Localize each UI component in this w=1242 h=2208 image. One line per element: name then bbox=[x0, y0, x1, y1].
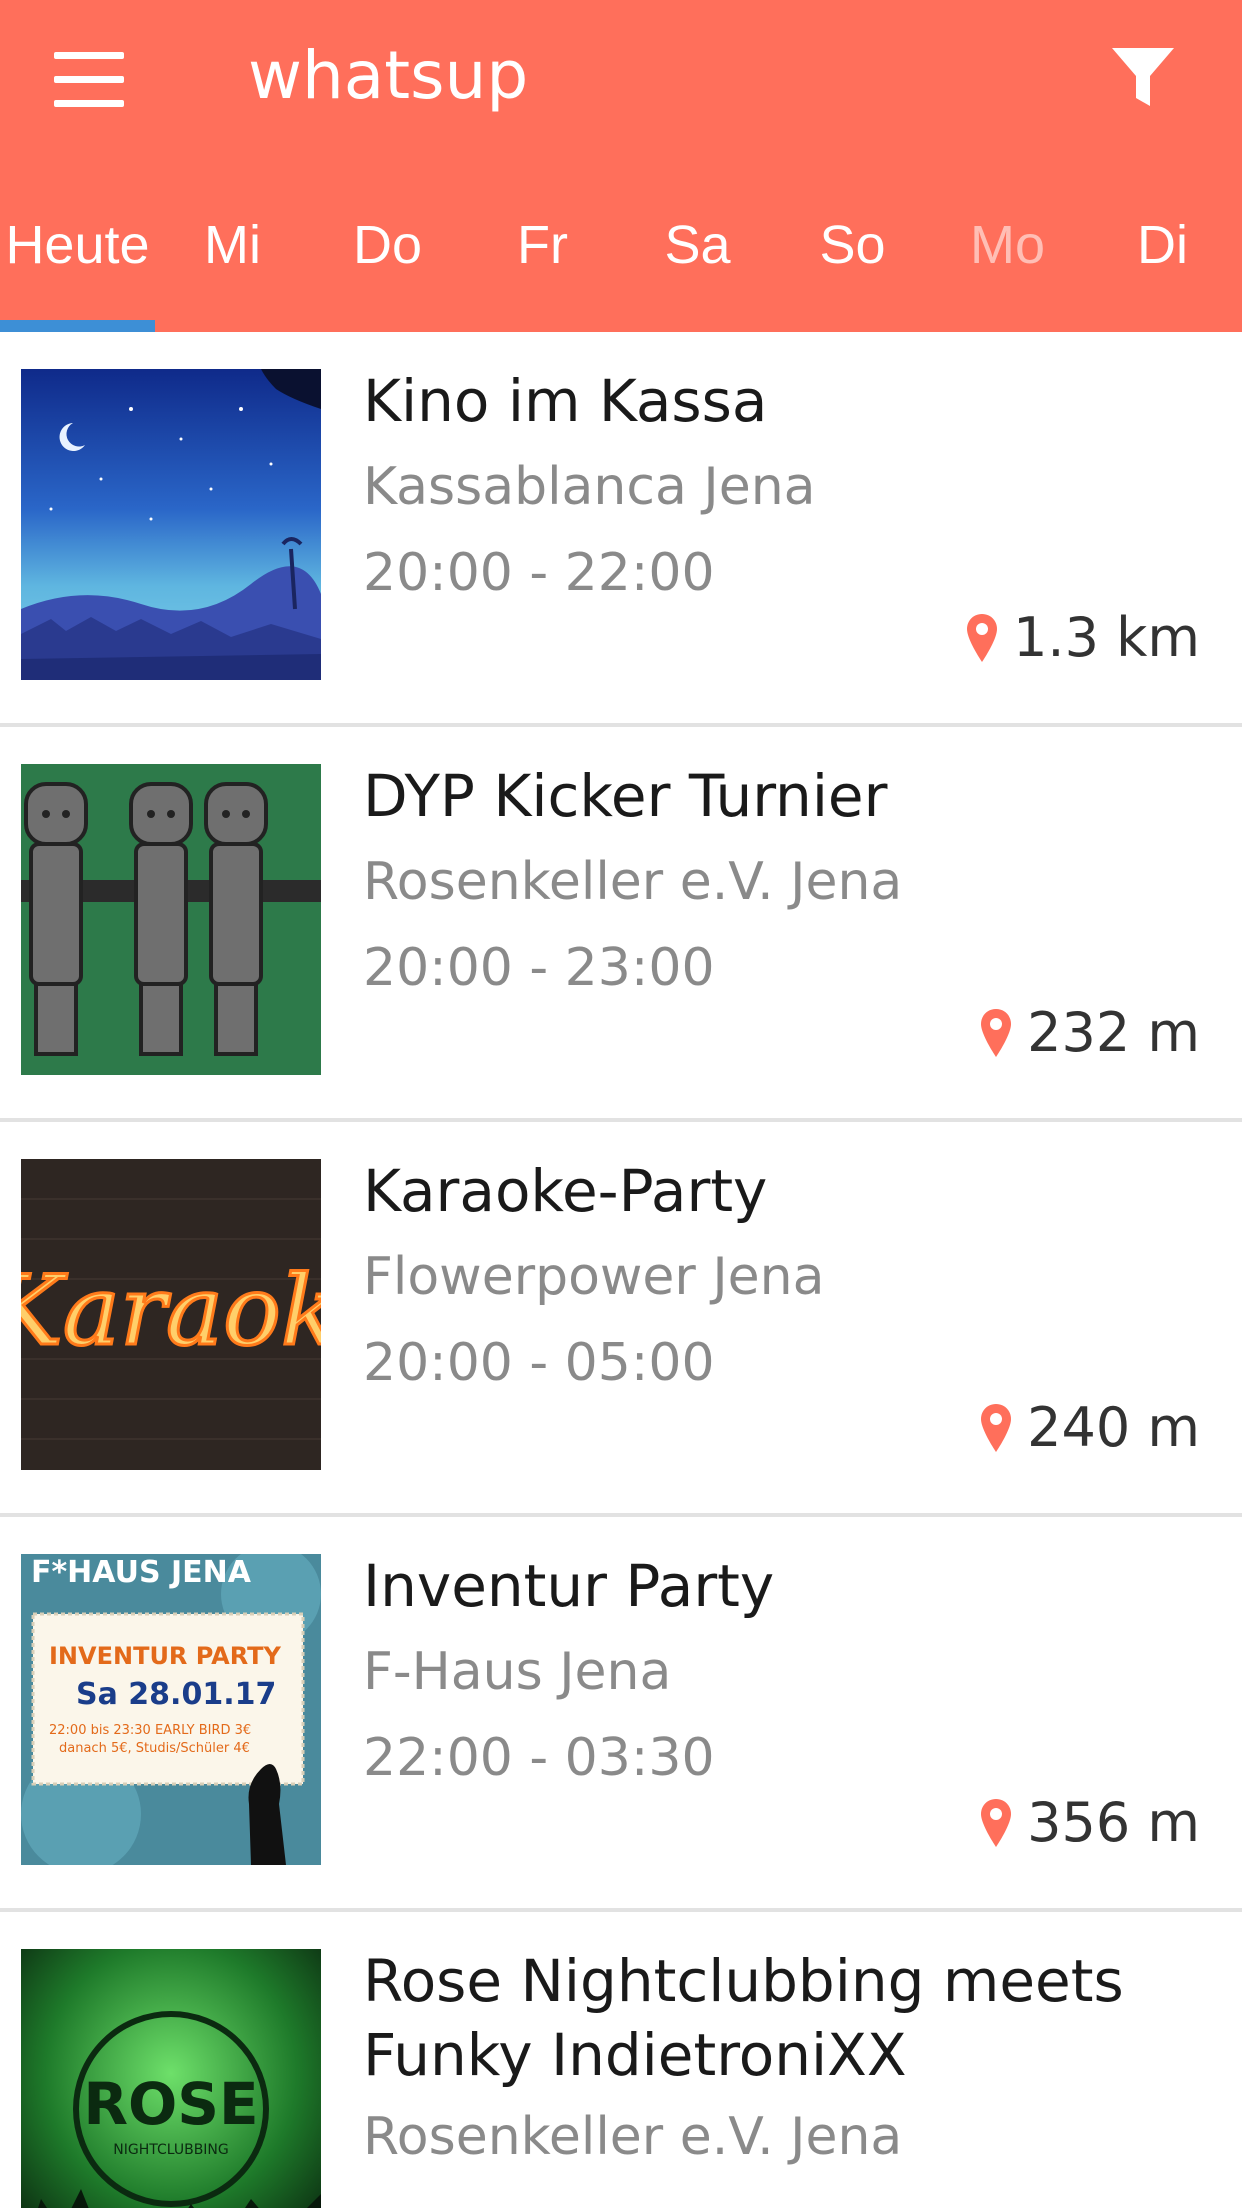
event-distance: 1.3 km bbox=[967, 604, 1200, 672]
distance-value: 232 m bbox=[1027, 1001, 1200, 1064]
hamburger-line bbox=[54, 100, 124, 107]
location-pin-icon bbox=[981, 1404, 1012, 1452]
event-distance: 232 m bbox=[981, 999, 1200, 1067]
event-list-item[interactable]: ROSE NIGHTCLUBBING Rose Nightclubbing me… bbox=[0, 1912, 1242, 2208]
location-pin-icon bbox=[967, 614, 998, 662]
event-time: 20:00 - 05:00 bbox=[363, 1333, 715, 1393]
event-time: 20:00 - 22:00 bbox=[363, 543, 715, 603]
selected-tab-indicator bbox=[0, 320, 155, 332]
hamburger-line bbox=[54, 76, 124, 83]
app-title: whatsup bbox=[248, 37, 529, 114]
event-title: Rose Nightclubbing meets Funky Indietron… bbox=[363, 1947, 1124, 2089]
tab-sa[interactable]: Sa bbox=[620, 200, 775, 332]
karaoke-sign-text: Karaoke bbox=[21, 1255, 321, 1367]
event-title: Kino im Kassa bbox=[363, 367, 768, 435]
event-list-item[interactable]: DYP Kicker Turnier Rosenkeller e.V. Jena… bbox=[0, 727, 1242, 1122]
event-venue: F-Haus Jena bbox=[363, 1642, 672, 1702]
filter-button[interactable] bbox=[1110, 44, 1176, 112]
event-list-item[interactable]: F*HAUS JENA INVENTUR PARTY Sa 28.01.17 2… bbox=[0, 1517, 1242, 1912]
location-pin-icon bbox=[981, 1009, 1012, 1057]
event-thumbnail-fhaus-poster: F*HAUS JENA INVENTUR PARTY Sa 28.01.17 2… bbox=[21, 1554, 321, 1865]
event-list-item[interactable]: Kino im Kassa Kassablanca Jena 20:00 - 2… bbox=[0, 332, 1242, 727]
app-bar: whatsup Heute Mi Do Fr Sa So Mo Di bbox=[0, 0, 1242, 332]
event-thumbnail-foosball bbox=[21, 764, 321, 1075]
poster-line2: Sa 28.01.17 bbox=[76, 1677, 276, 1712]
location-pin-icon bbox=[981, 1799, 1012, 1847]
event-title: Inventur Party bbox=[363, 1552, 775, 1620]
event-venue: Rosenkeller e.V. Jena bbox=[363, 852, 903, 912]
tab-heute[interactable]: Heute bbox=[0, 200, 155, 332]
tab-do[interactable]: Do bbox=[310, 200, 465, 332]
event-distance: 356 m bbox=[981, 1789, 1200, 1857]
event-venue: Rosenkeller e.V. Jena bbox=[363, 2107, 903, 2167]
event-time: 22:00 - 03:30 bbox=[363, 1728, 715, 1788]
tab-mi[interactable]: Mi bbox=[155, 200, 310, 332]
event-thumbnail-rose-poster: ROSE NIGHTCLUBBING bbox=[21, 1949, 321, 2208]
distance-value: 1.3 km bbox=[1013, 606, 1200, 669]
event-title: Karaoke-Party bbox=[363, 1157, 768, 1225]
poster-logo: ROSE bbox=[83, 2070, 258, 2138]
event-thumbnail-karaoke-neon: Karaoke bbox=[21, 1159, 321, 1470]
tab-so[interactable]: So bbox=[775, 200, 930, 332]
hamburger-menu-icon bbox=[54, 52, 124, 59]
event-distance: 240 m bbox=[981, 1394, 1200, 1462]
event-time: 20:00 - 23:00 bbox=[363, 938, 715, 998]
event-thumbnail-night-sky bbox=[21, 369, 321, 680]
event-list-item[interactable]: Karaoke Karaoke-Party Flowerpower Jena 2… bbox=[0, 1122, 1242, 1517]
event-venue: Flowerpower Jena bbox=[363, 1247, 825, 1307]
poster-sub: NIGHTCLUBBING bbox=[113, 2142, 229, 2158]
tab-di[interactable]: Di bbox=[1085, 200, 1240, 332]
filter-funnel-icon bbox=[1112, 48, 1174, 106]
distance-value: 356 m bbox=[1027, 1791, 1200, 1854]
poster-line4: danach 5€, Studis/Schüler 4€ bbox=[59, 1741, 250, 1756]
event-venue: Kassablanca Jena bbox=[363, 457, 816, 517]
day-tabs: Heute Mi Do Fr Sa So Mo Di bbox=[0, 200, 1242, 332]
poster-line3: 22:00 bis 23:30 EARLY BIRD 3€ bbox=[49, 1723, 251, 1738]
tab-mo[interactable]: Mo bbox=[930, 200, 1085, 332]
event-title: DYP Kicker Turnier bbox=[363, 762, 888, 830]
tab-fr[interactable]: Fr bbox=[465, 200, 620, 332]
poster-header: F*HAUS JENA bbox=[31, 1555, 252, 1590]
distance-value: 240 m bbox=[1027, 1396, 1200, 1459]
menu-button[interactable] bbox=[54, 52, 124, 108]
poster-line1: INVENTUR PARTY bbox=[49, 1642, 282, 1670]
